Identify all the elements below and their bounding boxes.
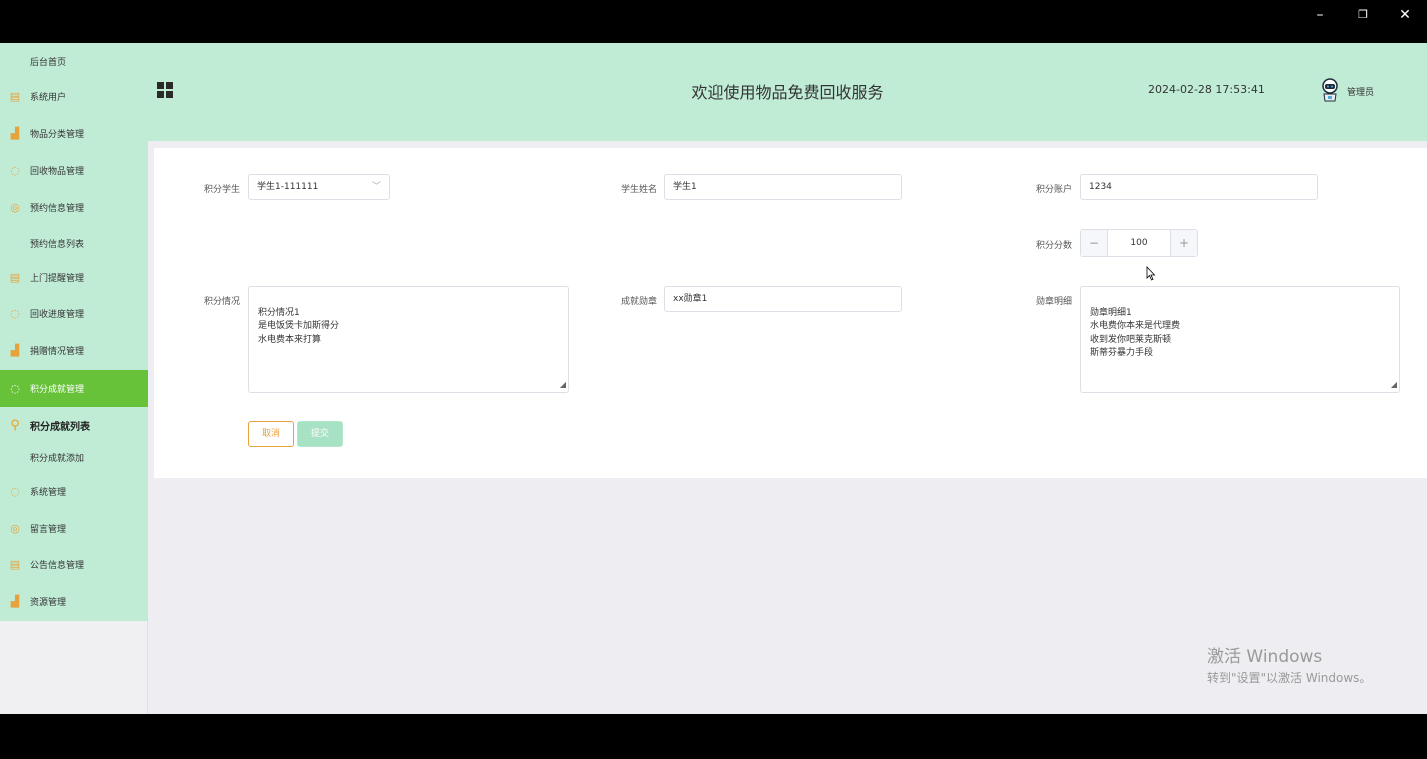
student-select-value: 学生1-111111 (257, 182, 319, 192)
detail-text: 勋章明细1 水电费你本来是代理费 收到发你吧莱克斯顿 斯蒂芬暴力手段 (1090, 307, 1181, 359)
sidebar-item-label: 系统用户 (30, 92, 67, 103)
sidebar-item-5[interactable]: 预约信息列表 (0, 225, 148, 261)
watermark-line2: 转到"设置"以激活 Windows。 (1207, 671, 1372, 685)
situation-text: 积分情况1 是电饭煲卡加斯得分 水电费本来打算 (258, 307, 340, 345)
document-icon: ▤ (9, 557, 21, 571)
restore-button[interactable]: ❐ (1348, 4, 1378, 26)
header: 欢迎使用物品免费回收服务 2024-02-28 17:53:41 管理员 (148, 43, 1427, 141)
close-button[interactable]: ✕ (1390, 4, 1420, 26)
minimize-button[interactable]: – (1305, 4, 1335, 26)
check-circle-icon: ◎ (10, 521, 20, 535)
sidebar-item-1[interactable]: ▤ 系统用户 (0, 78, 148, 114)
increment-button[interactable]: + (1171, 230, 1197, 256)
username[interactable]: 管理员 (1347, 85, 1374, 98)
bar-chart-icon: ▟ (10, 594, 20, 608)
sidebar-item-0[interactable]: 后台首页 (0, 43, 148, 79)
chat-icon: ◌ (10, 306, 20, 320)
badge-label: 成就勋章 (620, 297, 657, 307)
account-input[interactable]: 1234 (1080, 174, 1318, 200)
sidebar-item-label: 积分成就列表 (30, 421, 90, 433)
submit-button[interactable]: 提交 (297, 421, 343, 447)
bottom-bar (0, 714, 1427, 759)
app-window: 后台首页 ▤ 系统用户 ▟ 物品分类管理 ◌ 回收物品管理 ◎ 预约信息管理 预约信息列表 ▤ 上门提… (0, 43, 1427, 714)
activation-watermark: 激活 Windows 转到"设置"以激活 Windows。 (1207, 642, 1371, 686)
datetime: 2024-02-28 17:53:41 (1148, 83, 1265, 96)
document-icon: ▤ (9, 89, 21, 103)
situation-textarea[interactable]: 积分情况1 是电饭煲卡加斯得分 水电费本来打算 ◢ (248, 286, 569, 393)
situation-label: 积分情况 (203, 297, 240, 307)
name-input[interactable]: 学生1 (664, 174, 902, 200)
detail-label: 勋章明细 (1035, 297, 1072, 307)
resize-handle-icon[interactable]: ◢ (560, 378, 566, 392)
name-label: 学生姓名 (620, 185, 657, 195)
sidebar: 后台首页 ▤ 系统用户 ▟ 物品分类管理 ◌ 回收物品管理 ◎ 预约信息管理 预约信息列表 ▤ 上门提… (0, 43, 148, 714)
bar-chart-icon: ▟ (10, 343, 20, 357)
document-icon: ▤ (9, 270, 21, 284)
sidebar-item-label: 预约信息列表 (30, 239, 85, 250)
sidebar-item-8[interactable]: ▟ 捐赠情况管理 (0, 332, 148, 368)
chat-icon: ◌ (10, 382, 20, 395)
account-label: 积分账户 (1035, 185, 1072, 195)
sidebar-item-10[interactable]: ⚲ 积分成就列表 (0, 407, 148, 443)
sidebar-item-15[interactable]: ▟ 资源管理 (0, 583, 148, 619)
sidebar-item-label: 资源管理 (30, 597, 67, 608)
sidebar-item-13[interactable]: ◎ 留言管理 (0, 510, 148, 546)
sidebar-item-label: 预约信息管理 (30, 203, 85, 214)
student-label: 积分学生 (203, 185, 240, 195)
sidebar-item-label: 捐赠情况管理 (30, 346, 85, 357)
sidebar-item-7[interactable]: ◌ 回收进度管理 (0, 295, 148, 331)
sidebar-item-label: 留言管理 (30, 524, 67, 535)
sidebar-item-label: 积分成就添加 (30, 453, 85, 464)
sidebar-item-label: 后台首页 (30, 57, 67, 68)
bar-chart-icon: ▟ (10, 126, 20, 140)
sidebar-item-label: 系统管理 (30, 487, 67, 498)
student-select[interactable]: 学生1-111111 ﹀ (248, 174, 390, 200)
watermark-line1: 激活 Windows (1207, 647, 1323, 667)
sidebar-item-label: 上门提醒管理 (30, 273, 85, 284)
window-titlebar: – ❐ ✕ (0, 0, 1427, 43)
chat-icon: ◌ (10, 163, 20, 177)
sidebar-item-label: 物品分类管理 (30, 129, 85, 140)
sidebar-item-3[interactable]: ◌ 回收物品管理 (0, 152, 148, 188)
resize-handle-icon[interactable]: ◢ (1391, 378, 1397, 392)
sidebar-item-9[interactable]: ◌ 积分成就管理 (0, 370, 148, 407)
sidebar-item-label: 回收物品管理 (30, 166, 85, 177)
chevron-down-icon: ﹀ (371, 182, 381, 192)
score-value[interactable]: 100 (1107, 230, 1171, 256)
sidebar-item-6[interactable]: ▤ 上门提醒管理 (0, 259, 148, 295)
mouse-cursor-icon (1146, 266, 1156, 281)
check-circle-icon: ◎ (10, 200, 20, 214)
sidebar-item-14[interactable]: ▤ 公告信息管理 (0, 546, 148, 582)
sidebar-item-label: 积分成就管理 (30, 385, 85, 395)
badge-input[interactable]: xx勋章1 (664, 286, 902, 312)
location-icon: ⚲ (10, 417, 20, 433)
sidebar-item-label: 公告信息管理 (30, 560, 85, 571)
decrement-button[interactable]: − (1081, 230, 1107, 256)
sidebar-item-11[interactable]: 积分成就添加 (0, 439, 148, 475)
sidebar-item-4[interactable]: ◎ 预约信息管理 (0, 189, 148, 225)
score-label: 积分分数 (1035, 241, 1072, 251)
sidebar-item-12[interactable]: ◌ 系统管理 (0, 473, 148, 509)
sidebar-menu: 后台首页 ▤ 系统用户 ▟ 物品分类管理 ◌ 回收物品管理 ◎ 预约信息管理 预约信息列表 ▤ 上门提… (0, 43, 148, 621)
chat-icon: ◌ (10, 484, 20, 498)
sidebar-item-2[interactable]: ▟ 物品分类管理 (0, 115, 148, 151)
avatar-icon[interactable] (1320, 78, 1340, 102)
sidebar-item-label: 回收进度管理 (30, 309, 85, 320)
form-card: 积分学生 学生1-111111 ﹀ 学生姓名 学生1 积分账户 1234 积分分… (154, 148, 1427, 478)
detail-textarea[interactable]: 勋章明细1 水电费你本来是代理费 收到发你吧莱克斯顿 斯蒂芬暴力手段 ◢ (1080, 286, 1400, 393)
cancel-button[interactable]: 取消 (248, 421, 294, 447)
score-stepper[interactable]: − 100 + (1080, 229, 1198, 257)
